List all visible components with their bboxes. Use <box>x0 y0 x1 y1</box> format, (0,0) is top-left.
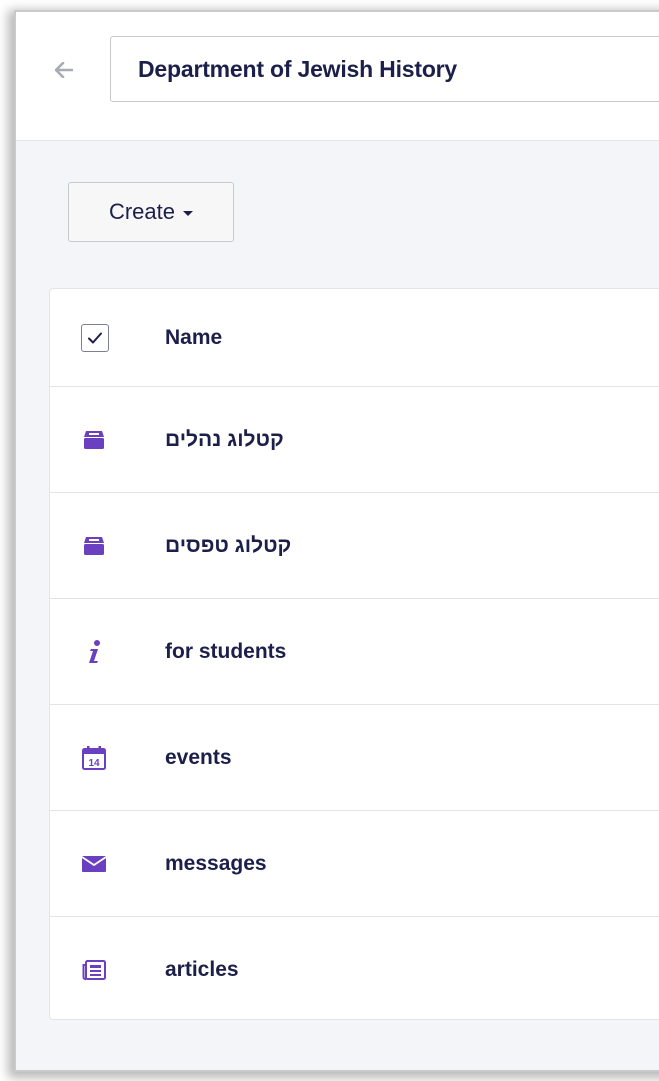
app-window: Department of Jewish History Create Name <box>14 10 659 1072</box>
create-button-label: Create <box>108 199 176 224</box>
top-bar: Department of Jewish History <box>16 12 659 141</box>
list-header-row: Name <box>50 289 659 387</box>
calendar-icon: 14 <box>80 744 108 772</box>
list-item[interactable]: קטלוג טפסים <box>50 493 659 599</box>
checkmark-icon <box>88 332 102 343</box>
list-item-label[interactable]: events <box>165 746 232 770</box>
newspaper-icon <box>80 956 108 984</box>
name-column-header[interactable]: Name <box>165 326 222 350</box>
arrow-left-icon <box>55 62 73 78</box>
back-button[interactable] <box>46 52 82 88</box>
content-list: Name קטלוג נהלים קטלוג טפסים for student… <box>49 288 659 1020</box>
title-field[interactable]: Department of Jewish History <box>110 36 659 102</box>
list-item[interactable]: קטלוג נהלים <box>50 387 659 493</box>
list-item[interactable]: for students <box>50 599 659 705</box>
calendar-icon-date: 14 <box>88 758 100 769</box>
envelope-icon <box>80 850 108 878</box>
caret-down-icon <box>183 210 194 216</box>
page-title: Department of Jewish History <box>138 55 458 82</box>
info-icon <box>80 638 108 666</box>
create-button[interactable]: Create <box>68 182 234 242</box>
archive-icon <box>80 426 108 454</box>
list-item-label[interactable]: messages <box>165 852 267 876</box>
list-item-label[interactable]: קטלוג טפסים <box>165 534 291 558</box>
list-item-label[interactable]: קטלוג נהלים <box>165 428 284 452</box>
list-item-label[interactable]: articles <box>165 958 239 982</box>
list-item-label[interactable]: for students <box>165 640 286 664</box>
list-item[interactable]: articles <box>50 917 659 1023</box>
list-item[interactable]: messages <box>50 811 659 917</box>
select-all-checkbox[interactable] <box>81 323 109 352</box>
list-item[interactable]: 14 events <box>50 705 659 811</box>
archive-icon <box>80 532 108 560</box>
